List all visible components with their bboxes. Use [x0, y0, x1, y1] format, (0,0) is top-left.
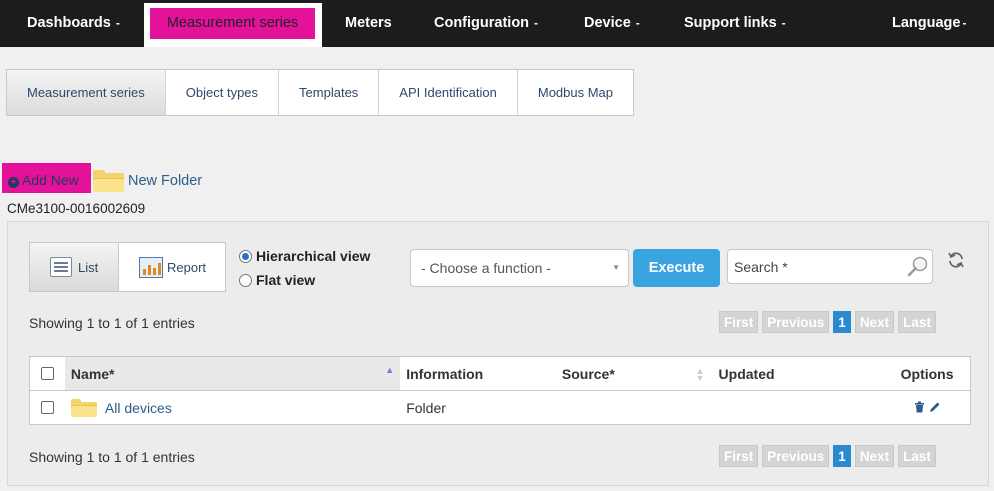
folder-icon: [70, 398, 97, 417]
new-folder-button[interactable]: New Folder: [93, 168, 202, 194]
function-select[interactable]: - Choose a function - ▼: [410, 249, 629, 287]
first-page-button[interactable]: First: [719, 445, 759, 467]
column-header-updated: Updated: [718, 365, 775, 382]
flat-view-option[interactable]: Flat view: [239, 268, 370, 292]
function-select-value: - Choose a function -: [421, 260, 551, 276]
caret-down-icon: -: [115, 16, 120, 30]
hierarchical-label: Hierarchical view: [256, 248, 371, 264]
measurement-series-panel: List Report Hierarchical view Flat view …: [7, 221, 989, 486]
nav-label: Device: [584, 15, 631, 31]
caret-down-icon: -: [534, 16, 539, 30]
edit-pencil-icon[interactable]: [929, 400, 941, 416]
tab-modbus-map[interactable]: Modbus Map: [518, 70, 633, 115]
nav-configuration[interactable]: Configuration -: [434, 0, 538, 47]
add-new-button[interactable]: + Add New: [2, 163, 91, 193]
nav-label: Language: [892, 15, 961, 31]
new-folder-label: New Folder: [128, 173, 203, 189]
nav-dashboards[interactable]: Dashboards -: [27, 0, 120, 47]
next-page-button[interactable]: Next: [854, 445, 895, 467]
column-header-source[interactable]: Source* ▲ ▼: [556, 365, 713, 383]
nav-support-links[interactable]: Support links -: [684, 0, 786, 47]
column-header-options: Options: [900, 365, 954, 382]
flat-label: Flat view: [256, 272, 316, 288]
column-header-information: Information: [406, 365, 484, 382]
series-table: Name* ▲ Information Source* ▲ ▼ Updated Opt…: [29, 356, 971, 425]
nav-label: Configuration: [434, 15, 530, 31]
list-icon: [50, 257, 72, 277]
subtab-bar: Measurement series Object types Template…: [6, 69, 635, 116]
current-page-button[interactable]: 1: [833, 311, 851, 333]
trash-icon[interactable]: [914, 400, 925, 416]
last-page-button[interactable]: Last: [898, 445, 936, 467]
nav-label: Support links: [684, 15, 777, 31]
next-page-button[interactable]: Next: [854, 311, 895, 333]
last-page-button[interactable]: Last: [898, 311, 936, 333]
row-name-cell: All devices: [65, 391, 400, 424]
caret-down-icon: -: [962, 16, 967, 30]
device-id-label: CMe3100-0016002609: [7, 201, 146, 216]
report-chart-icon: [139, 256, 163, 278]
entries-info-bottom: Showing 1 to 1 of 1 entries: [29, 449, 195, 465]
top-navigation: Dashboards - Measurement series Meters Co…: [0, 0, 994, 47]
dropdown-arrow-icon: ▼: [612, 263, 620, 272]
row-options: [884, 400, 970, 416]
first-page-button[interactable]: First: [719, 311, 759, 333]
tab-object-types[interactable]: Object types: [166, 70, 280, 115]
tab-measurement-series[interactable]: Measurement series: [7, 70, 166, 115]
caret-down-icon: -: [635, 16, 640, 30]
previous-page-button[interactable]: Previous: [762, 311, 830, 333]
nav-measurement-series[interactable]: Measurement series: [150, 8, 315, 39]
nav-label: Dashboards: [27, 15, 111, 31]
previous-page-button[interactable]: Previous: [762, 445, 830, 467]
tab-api-identification[interactable]: API Identification: [379, 70, 518, 115]
pagination-bottom: First Previous 1 Next Last: [719, 445, 940, 467]
list-label: List: [78, 259, 99, 275]
refresh-icon[interactable]: [947, 251, 965, 269]
sort-both-icon: ▲ ▼: [695, 365, 705, 383]
view-toggle: List Report: [29, 242, 226, 292]
column-header-name[interactable]: Name* ▲: [64, 357, 401, 390]
nav-device[interactable]: Device -: [584, 0, 640, 47]
pagination-top: First Previous 1 Next Last: [719, 311, 940, 333]
list-view-button[interactable]: List: [30, 243, 119, 291]
search-input[interactable]: [727, 249, 933, 284]
entries-info-top: Showing 1 to 1 of 1 entries: [29, 315, 195, 331]
table-header-row: Name* ▲ Information Source* ▲ ▼ Updated Opt…: [30, 357, 970, 391]
report-label: Report: [167, 259, 207, 275]
nav-meters[interactable]: Meters: [345, 0, 392, 47]
select-all-checkbox[interactable]: [40, 367, 54, 380]
column-source-label: Source*: [561, 365, 615, 382]
caret-down-icon: -: [781, 16, 786, 30]
tab-templates[interactable]: Templates: [279, 70, 380, 115]
report-view-button[interactable]: Report: [119, 243, 225, 291]
search-icon[interactable]: [907, 255, 929, 277]
view-mode-radios: Hierarchical view Flat view: [239, 244, 370, 292]
hierarchical-view-option[interactable]: Hierarchical view: [239, 244, 370, 268]
execute-button[interactable]: Execute: [633, 249, 720, 287]
column-name-label: Name*: [70, 365, 115, 382]
add-new-label: Add New: [22, 172, 79, 188]
table-row: All devices Folder: [30, 391, 970, 424]
radio-hierarchical[interactable]: [239, 249, 252, 263]
row-checkbox[interactable]: [40, 401, 54, 414]
radio-flat[interactable]: [239, 273, 252, 287]
nav-language[interactable]: Language -: [892, 0, 966, 47]
current-page-button[interactable]: 1: [833, 445, 851, 467]
row-name-link[interactable]: All devices: [105, 400, 172, 416]
folder-icon: [93, 170, 124, 192]
row-information: Folder: [406, 399, 446, 416]
sort-ascending-icon: ▲: [385, 365, 395, 375]
plus-circle-icon: +: [8, 177, 19, 188]
